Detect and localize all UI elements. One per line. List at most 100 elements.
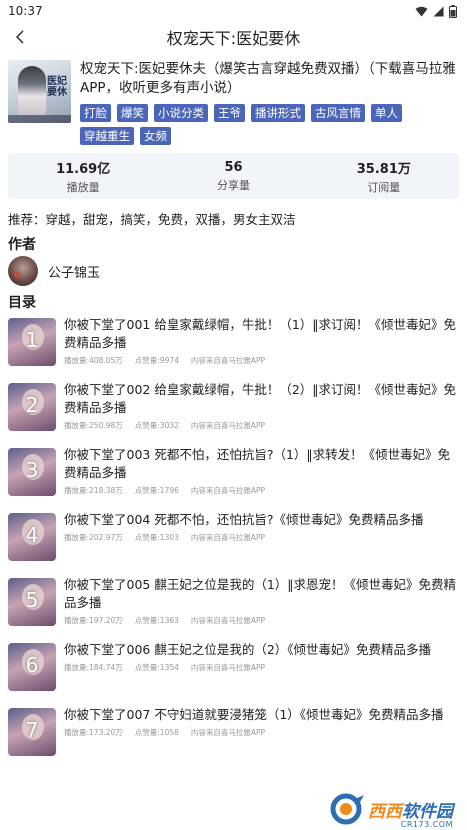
author-heading: 作者 — [8, 237, 36, 253]
episode-plays: 播放量:202.97万 — [64, 533, 123, 542]
tag[interactable]: 播讲形式 — [251, 104, 305, 122]
episode-plays: 播放量:218.38万 — [64, 486, 123, 495]
episode-item[interactable]: 7 你被下堂了007 不守妇道就要浸猪笼（1）《倾世毒妃》免费精品多播 播放量:… — [8, 706, 459, 771]
episode-plays: 播放量:250.98万 — [64, 421, 123, 430]
episode-number: 5 — [25, 588, 39, 612]
episode-item[interactable]: 3 你被下堂了003 死都不怕，还怕抗旨?（1）‖求转发！《倾世毒妃》免费精品多… — [8, 446, 459, 511]
watermark-url: CR173.COM — [400, 820, 453, 829]
episode-thumbnail: 7 — [8, 708, 56, 756]
episode-title: 你被下堂了004 死都不怕，还怕抗旨?《倾世毒妃》免费精品多播 — [64, 512, 424, 527]
title-bar: 权宠天下:医妃要休 — [0, 22, 467, 52]
episode-item[interactable]: 1 你被下堂了001 给皇家戴绿帽，牛批！（1）‖求订阅！《倾世毒妃》免费精品多… — [8, 316, 459, 381]
episode-number: 4 — [25, 523, 39, 547]
episode-meta: 播放量:202.97万 点赞量:1303 内容来自喜马拉雅APP — [64, 532, 459, 543]
episode-meta: 播放量:184.74万 点赞量:1354 内容来自喜马拉雅APP — [64, 662, 459, 673]
back-button[interactable] — [8, 25, 32, 49]
stat-shares: 56 分享量 — [158, 153, 308, 199]
episode-meta: 播放量:408.05万 点赞量:9974 内容来自喜马拉雅APP — [64, 355, 459, 366]
episode-list: 1 你被下堂了001 给皇家戴绿帽，牛批！（1）‖求订阅！《倾世毒妃》免费精品多… — [0, 312, 467, 771]
episode-number: 2 — [25, 393, 39, 417]
episode-source: 内容来自喜马拉雅APP — [190, 421, 266, 430]
episode-likes: 点赞量:1058 — [134, 728, 179, 737]
episode-source: 内容来自喜马拉雅APP — [190, 616, 266, 625]
episode-meta: 播放量:173.20万 点赞量:1058 内容来自喜马拉雅APP — [64, 727, 459, 738]
stat-label: 分享量 — [216, 178, 250, 192]
catalog-heading: 目录 — [8, 295, 36, 311]
watermark-logo: 西西软件园 CR173.COM — [328, 792, 453, 829]
episode-likes: 点赞量:1796 — [134, 486, 179, 495]
tag[interactable]: 古风言情 — [311, 104, 365, 122]
chevron-left-icon — [15, 30, 24, 44]
album-cover[interactable]: 医妃要休 — [8, 60, 71, 123]
episode-number: 3 — [25, 458, 39, 482]
cover-title: 医妃要休 — [47, 76, 67, 98]
status-time: 10:37 — [8, 4, 43, 18]
author-name: 公子锦玉 — [48, 265, 101, 281]
episode-title: 你被下堂了001 给皇家戴绿帽，牛批！（1）‖求订阅！《倾世毒妃》免费精品多播 — [64, 317, 457, 350]
stat-label: 订阅量 — [367, 180, 401, 194]
episode-item[interactable]: 6 你被下堂了006 麒王妃之位是我的（2）《倾世毒妃》免费精品多播 播放量:1… — [8, 641, 459, 706]
tag-list: 打脸 爆笑 小说分类 王爷 播讲形式 古风言情 单人 穿越重生 女频 — [80, 104, 459, 145]
episode-title: 你被下堂了007 不守妇道就要浸猪笼（1）《倾世毒妃》免费精品多播 — [64, 707, 444, 722]
tag[interactable]: 王爷 — [214, 104, 245, 122]
tag[interactable]: 打脸 — [80, 104, 111, 122]
stat-value: 11.69亿 — [56, 161, 111, 177]
episode-number: 1 — [25, 328, 39, 352]
tag[interactable]: 爆笑 — [117, 104, 148, 122]
stats-panel: 11.69亿 播放量 56 分享量 35.81万 订阅量 — [8, 153, 459, 199]
episode-source: 内容来自喜马拉雅APP — [190, 356, 266, 365]
episode-plays: 播放量:197.20万 — [64, 616, 123, 625]
episode-title: 你被下堂了005 麒王妃之位是我的（1）‖求恩宠！《倾世毒妃》免费精品多播 — [64, 577, 457, 610]
episode-source: 内容来自喜马拉雅APP — [190, 533, 266, 542]
stat-value: 35.81万 — [356, 161, 411, 177]
episode-item[interactable]: 5 你被下堂了005 麒王妃之位是我的（1）‖求恩宠！《倾世毒妃》免费精品多播 … — [8, 576, 459, 641]
wifi-icon — [415, 6, 428, 16]
episode-plays: 播放量:184.74万 — [64, 663, 123, 672]
episode-source: 内容来自喜马拉雅APP — [190, 486, 266, 495]
episode-title: 你被下堂了002 给皇家戴绿帽，牛批！（2）‖求订阅！《倾世毒妃》免费精品多播 — [64, 382, 457, 415]
tag[interactable]: 穿越重生 — [80, 127, 134, 145]
signal-icon — [433, 6, 444, 16]
album-header: 医妃要休 权宠天下:医妃要休夫（爆笑古言穿越免费双播）（下载喜马拉雅APP，收听… — [0, 52, 467, 145]
episode-item[interactable]: 4 你被下堂了004 死都不怕，还怕抗旨?《倾世毒妃》免费精品多播 播放量:20… — [8, 511, 459, 576]
episode-thumbnail: 5 — [8, 578, 56, 626]
stat-subscribes: 35.81万 订阅量 — [309, 153, 459, 199]
status-bar: 10:37 — [0, 0, 467, 22]
episode-likes: 点赞量:3032 — [134, 421, 179, 430]
episode-source: 内容来自喜马拉雅APP — [190, 663, 266, 672]
episode-item[interactable]: 2 你被下堂了002 给皇家戴绿帽，牛批！（2）‖求订阅！《倾世毒妃》免费精品多… — [8, 381, 459, 446]
tag[interactable]: 女频 — [140, 127, 171, 145]
author-row[interactable]: 公子锦玉 — [0, 254, 467, 286]
episode-thumbnail: 1 — [8, 318, 56, 366]
episode-title: 你被下堂了003 死都不怕，还怕抗旨?（1）‖求转发！《倾世毒妃》免费精品多播 — [64, 447, 451, 480]
episode-likes: 点赞量:1303 — [134, 533, 179, 542]
episode-thumbnail: 6 — [8, 643, 56, 691]
episode-thumbnail: 4 — [8, 513, 56, 561]
watermark-icon — [330, 793, 364, 825]
episode-meta: 播放量:250.98万 点赞量:3032 内容来自喜马拉雅APP — [64, 420, 459, 431]
avatar[interactable] — [8, 256, 38, 286]
episode-number: 7 — [25, 718, 39, 742]
watermark-text: 西西软件园 — [368, 801, 453, 822]
battery-icon — [449, 4, 457, 18]
episode-likes: 点赞量:9974 — [134, 356, 179, 365]
episode-meta: 播放量:218.38万 点赞量:1796 内容来自喜马拉雅APP — [64, 485, 459, 496]
episode-meta: 播放量:197.20万 点赞量:1363 内容来自喜马拉雅APP — [64, 615, 459, 626]
album-description: 权宠天下:医妃要休夫（爆笑古言穿越免费双播）（下载喜马拉雅APP，收听更多有声小… — [80, 61, 456, 96]
episode-likes: 点赞量:1354 — [134, 663, 179, 672]
tag[interactable]: 小说分类 — [154, 104, 208, 122]
episode-plays: 播放量:408.05万 — [64, 356, 123, 365]
stat-label: 播放量 — [66, 180, 100, 194]
episode-title: 你被下堂了006 麒王妃之位是我的（2）《倾世毒妃》免费精品多播 — [64, 642, 432, 657]
episode-thumbnail: 2 — [8, 383, 56, 431]
tag[interactable]: 单人 — [371, 104, 402, 122]
episode-likes: 点赞量:1363 — [134, 616, 179, 625]
episode-number: 6 — [25, 653, 39, 677]
stat-value: 56 — [224, 159, 243, 175]
recommend-text: 推荐：穿越，甜宠，搞笑，免费，双播，男女主双洁 — [8, 212, 296, 227]
episode-thumbnail: 3 — [8, 448, 56, 496]
episode-source: 内容来自喜马拉雅APP — [190, 728, 266, 737]
episode-plays: 播放量:173.20万 — [64, 728, 123, 737]
status-icons — [415, 4, 457, 18]
page-title: 权宠天下:医妃要休 — [166, 29, 301, 48]
